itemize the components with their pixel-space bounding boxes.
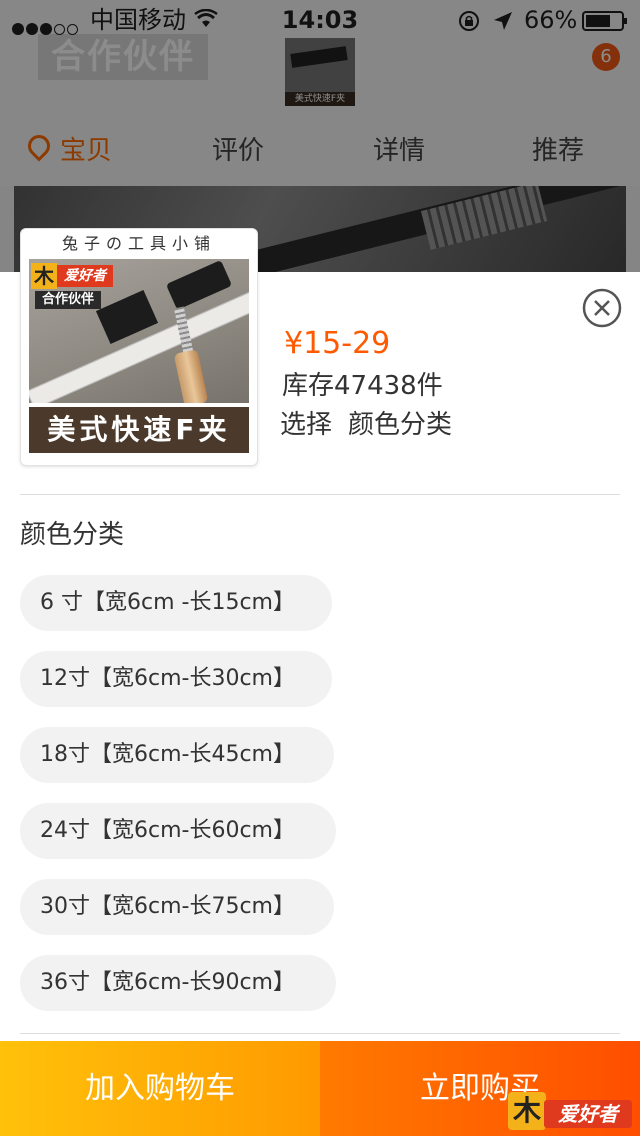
- product-price: ¥15-29: [284, 326, 391, 361]
- location-arrow-icon: [494, 12, 512, 30]
- stock-count: 库存47438件: [282, 371, 443, 401]
- status-bar: 中国移动 14:03 66%: [0, 0, 640, 40]
- sku-section-title: 颜色分类: [20, 520, 125, 550]
- selection-prompt: 选择 颜色分类: [280, 406, 452, 444]
- sku-option-6[interactable]: 6 寸【宽6cm -长15cm】: [20, 575, 332, 631]
- close-icon[interactable]: [582, 288, 622, 328]
- selection-prompt-value: 颜色分类: [348, 410, 453, 440]
- sku-option-12[interactable]: 12寸【宽6cm-长30cm】: [20, 651, 332, 707]
- brand-logo: 木 爱好者: [31, 263, 113, 293]
- partner-label: 合作伙伴: [35, 291, 101, 309]
- orientation-lock-icon: [459, 11, 479, 31]
- add-to-cart-button[interactable]: 加入购物车: [0, 1041, 320, 1136]
- selection-prompt-label: 选择: [280, 410, 333, 440]
- battery-icon: [582, 11, 627, 31]
- shop-name: 兔子の工具小铺: [61, 234, 216, 253]
- sku-option-18[interactable]: 18寸【宽6cm-长45cm】: [20, 727, 334, 783]
- watermark-logo: 木 爱好者: [508, 1092, 634, 1132]
- battery-percentage: 66%: [524, 6, 578, 34]
- product-thumbnail: 兔子の工具小铺 木 爱好者 合作伙伴 美式快速F夹: [20, 228, 258, 466]
- sku-option-30[interactable]: 30寸【宽6cm-长75cm】: [20, 879, 334, 935]
- product-caption: 美式快速F夹: [29, 407, 249, 453]
- sku-option-24[interactable]: 24寸【宽6cm-长60cm】: [20, 803, 336, 859]
- divider: [20, 1033, 620, 1034]
- divider: [20, 494, 620, 495]
- sku-option-36[interactable]: 36寸【宽6cm-长90cm】: [20, 955, 336, 1011]
